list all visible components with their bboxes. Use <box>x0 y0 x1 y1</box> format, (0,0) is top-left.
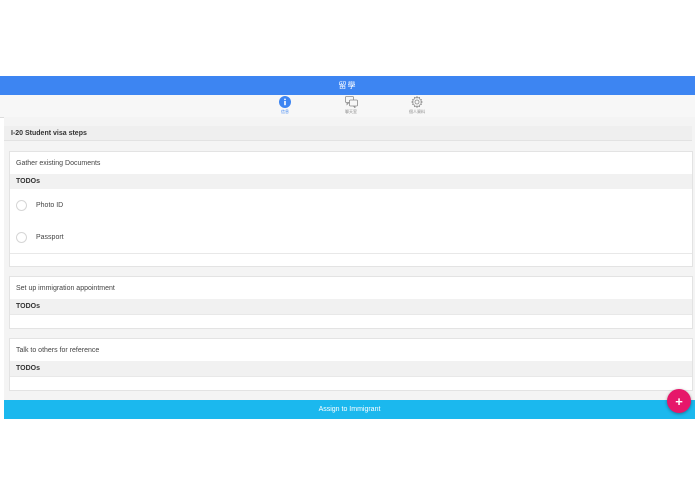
app-header: 留學 <box>0 76 695 95</box>
todo-label: Photo ID <box>36 201 64 209</box>
card-footer <box>10 314 692 328</box>
card-footer <box>10 376 692 390</box>
todo-radio[interactable] <box>16 231 27 243</box>
todos-header: TODOs <box>10 174 692 189</box>
step-title: Gather existing Documents <box>16 159 101 167</box>
step-title: Talk to others for reference <box>16 346 100 354</box>
todo-label: Passport <box>36 233 64 241</box>
todo-item-photo-id[interactable]: Photo ID <box>10 189 692 221</box>
tab-chat[interactable]: 聊天室 <box>331 96 371 117</box>
step-card: Gather existing Documents TODOs Photo ID… <box>9 151 693 267</box>
chat-icon <box>344 96 358 108</box>
section-title: I-20 Student visa steps <box>4 126 692 141</box>
tab-chat-label: 聊天室 <box>345 109 357 114</box>
step-card: Set up immigration appointment TODOs <box>9 276 693 329</box>
assign-to-immigrant-button[interactable]: Assign to Immigrant <box>4 400 695 419</box>
todo-item-passport[interactable]: Passport <box>10 221 692 253</box>
tab-info[interactable]: 信息 <box>265 96 305 117</box>
todo-radio[interactable] <box>16 199 27 211</box>
plus-icon: + <box>675 393 683 409</box>
info-icon <box>279 96 291 108</box>
tab-bar: 信息 聊天室 個人資料 <box>0 95 695 118</box>
card-footer <box>10 253 692 267</box>
tab-info-label: 信息 <box>281 109 289 114</box>
header-title: 留學 <box>338 81 357 90</box>
add-step-button[interactable]: + <box>667 389 691 413</box>
gear-icon <box>411 96 423 108</box>
tab-profile-label: 個人資料 <box>409 109 425 114</box>
todos-header: TODOs <box>10 299 692 314</box>
todos-header: TODOs <box>10 361 692 376</box>
step-title: Set up immigration appointment <box>16 284 115 292</box>
tab-profile[interactable]: 個人資料 <box>397 96 437 117</box>
step-card: Talk to others for reference TODOs <box>9 338 693 391</box>
